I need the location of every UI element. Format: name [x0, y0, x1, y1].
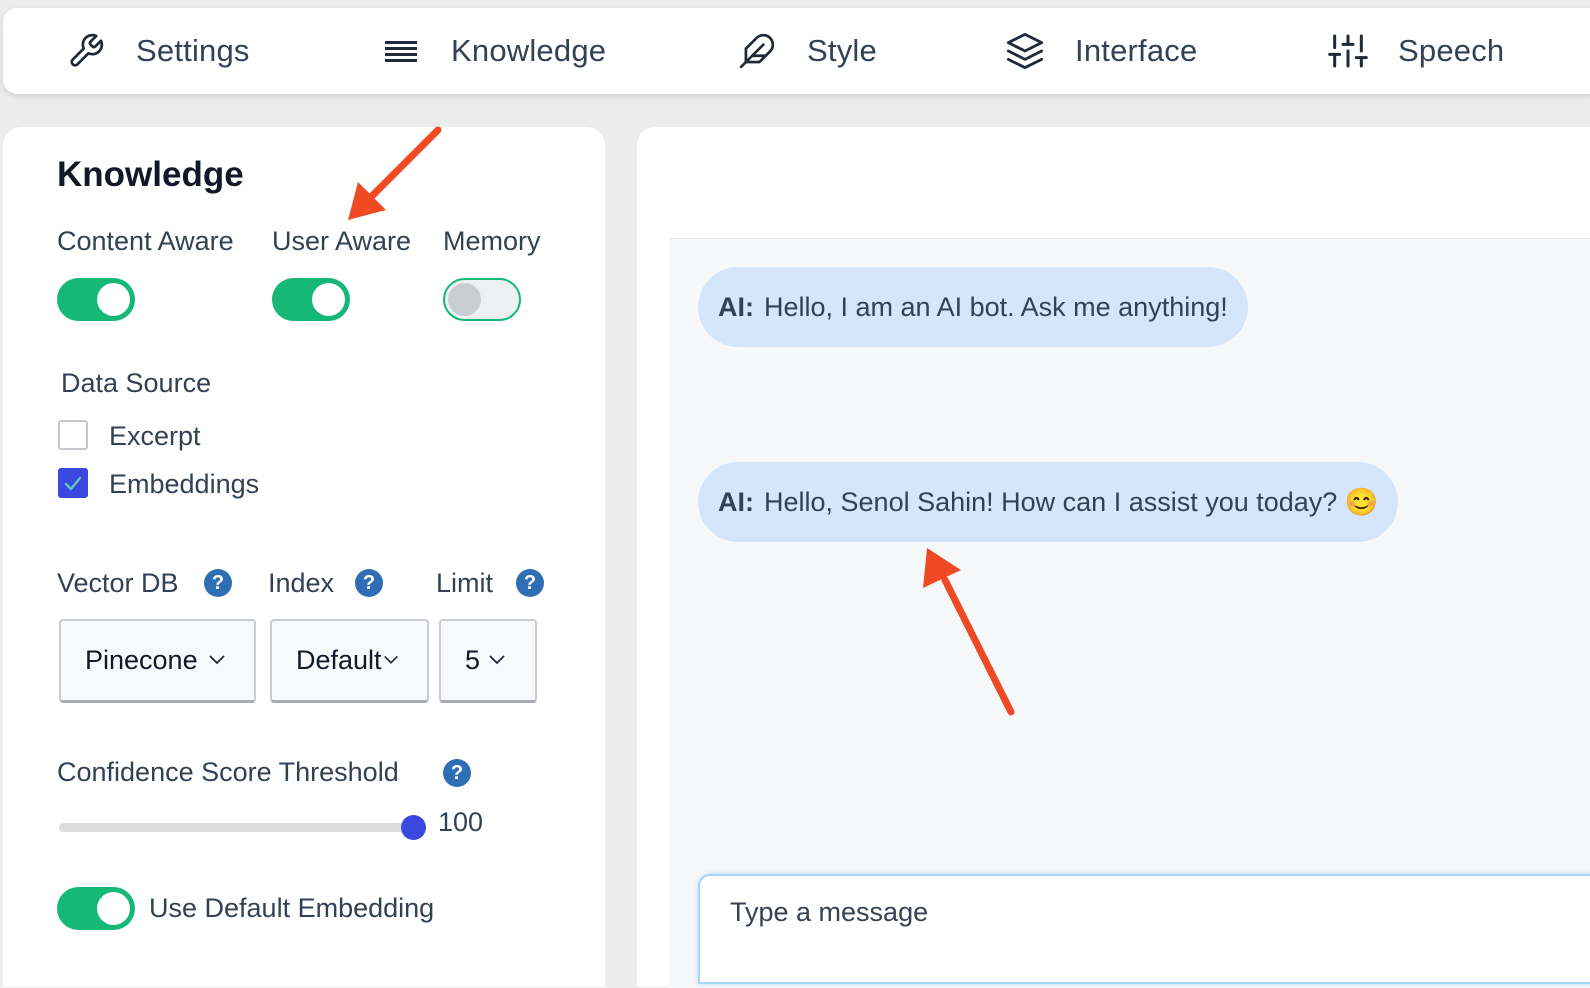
index-value: Default: [296, 645, 382, 675]
vector-db-label: Vector DB: [57, 568, 179, 598]
panel-title: Knowledge: [57, 155, 244, 194]
ai-message: AI: Hello, I am an AI bot. Ask me anythi…: [698, 267, 1248, 347]
check-icon: [64, 476, 82, 491]
limit-label: Limit: [436, 568, 494, 598]
list-icon: [381, 31, 421, 71]
toggle-knob: [97, 892, 130, 925]
memory-toggle[interactable]: [443, 278, 521, 321]
vector-db-select[interactable]: Pinecone: [59, 619, 256, 703]
confidence-value: 100: [438, 807, 484, 837]
toggle-knob: [97, 283, 130, 316]
index-label: Index: [268, 568, 335, 598]
wrench-icon: [66, 31, 106, 71]
feather-icon: [737, 31, 777, 71]
tab-settings-label: Settings: [136, 33, 250, 68]
toggle-knob: [448, 283, 481, 316]
vector-db-value: Pinecone: [85, 645, 198, 675]
tab-style-label: Style: [807, 33, 877, 68]
embeddings-label: Embeddings: [109, 469, 260, 499]
confidence-help-icon[interactable]: ?: [443, 759, 471, 787]
tab-interface[interactable]: Interface: [1005, 8, 1197, 94]
limit-select[interactable]: 5: [439, 619, 537, 703]
tab-knowledge-label: Knowledge: [451, 33, 607, 68]
toggle-knob: [312, 283, 345, 316]
memory-label: Memory: [443, 226, 541, 256]
index-help-icon[interactable]: ?: [355, 569, 383, 597]
tab-bar: Settings Knowledge Style Interface Speec…: [3, 8, 1590, 94]
sliders-icon: [1328, 31, 1368, 71]
user-aware-label: User Aware: [272, 226, 412, 256]
user-aware-toggle[interactable]: [272, 278, 350, 321]
chevron-down-icon: [384, 655, 398, 664]
tab-speech[interactable]: Speech: [1328, 8, 1504, 94]
ai-message: AI: Hello, Senol Sahin! How can I assist…: [698, 462, 1399, 542]
excerpt-label: Excerpt: [109, 421, 201, 451]
confidence-slider-thumb[interactable]: [401, 815, 426, 840]
excerpt-checkbox[interactable]: [58, 420, 88, 450]
message-sender: AI:: [718, 486, 754, 517]
message-sender: AI:: [718, 291, 754, 322]
index-select[interactable]: Default: [270, 619, 429, 703]
default-embedding-toggle[interactable]: [57, 887, 135, 930]
chevron-down-icon: [209, 655, 225, 665]
limit-value: 5: [465, 645, 481, 675]
message-text: Hello, Senol Sahin! How can I assist you…: [764, 487, 1379, 517]
vector-db-help-icon[interactable]: ?: [204, 569, 232, 597]
limit-help-icon[interactable]: ?: [516, 569, 544, 597]
content-aware-toggle[interactable]: [57, 278, 135, 321]
tab-speech-label: Speech: [1398, 33, 1505, 68]
chat-header: [669, 158, 1590, 239]
message-composer: [698, 874, 1590, 984]
tab-interface-label: Interface: [1075, 33, 1198, 68]
tab-knowledge[interactable]: Knowledge: [381, 8, 606, 94]
layers-icon: [1005, 31, 1045, 71]
data-source-label: Data Source: [61, 368, 212, 398]
tab-settings[interactable]: Settings: [66, 8, 250, 94]
tab-style[interactable]: Style: [737, 8, 877, 94]
content-aware-label: Content Aware: [57, 226, 234, 256]
message-text: Hello, I am an AI bot. Ask me anything!: [764, 291, 1228, 322]
embeddings-checkbox[interactable]: [58, 468, 88, 498]
default-embedding-label: Use Default Embedding: [149, 893, 435, 923]
confidence-slider-track[interactable]: [59, 823, 413, 832]
message-input[interactable]: [728, 894, 1552, 930]
chevron-down-icon: [489, 655, 505, 665]
confidence-label: Confidence Score Threshold: [57, 757, 399, 787]
